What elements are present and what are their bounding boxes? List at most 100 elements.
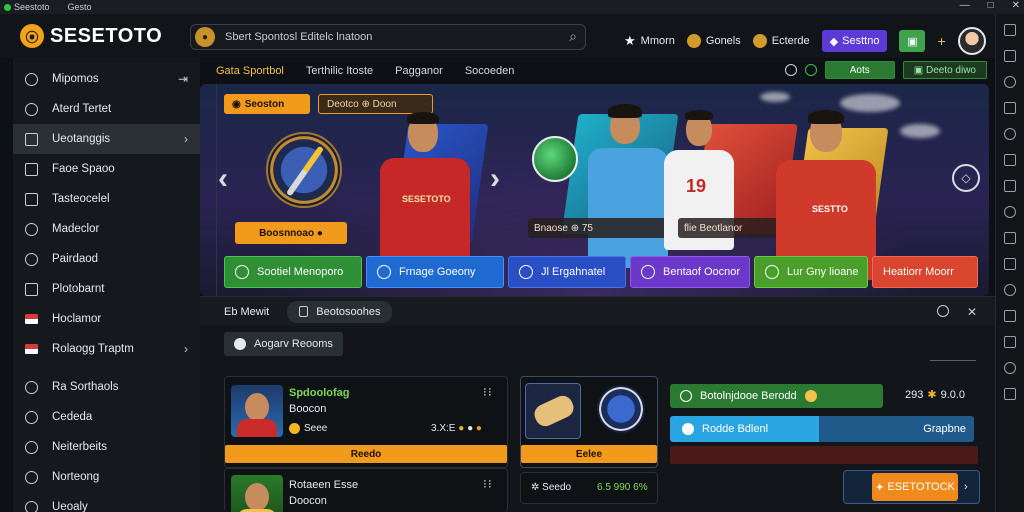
- chevron-left-icon[interactable]: ‹: [218, 162, 228, 196]
- category-button[interactable]: Bentaof Oocnor: [630, 256, 750, 288]
- chevron-right-icon: ›: [184, 132, 188, 146]
- tab-item[interactable]: Socoeden: [465, 65, 515, 77]
- maximize-button[interactable]: □: [988, 0, 994, 11]
- approach-button[interactable]: Aogarv Reooms: [224, 332, 343, 356]
- play-icon: ◆: [829, 35, 839, 48]
- toolbar-square-icon[interactable]: [1004, 388, 1016, 400]
- toolbar-circle-icon[interactable]: [1004, 362, 1016, 374]
- toolbar-square-icon[interactable]: [1004, 180, 1016, 192]
- header-nav-item[interactable]: Gonels: [686, 34, 741, 48]
- score-display: 293 ✱ 9.0.0: [905, 388, 966, 402]
- chevron-right-icon: ›: [184, 342, 188, 356]
- clock-icon[interactable]: [784, 64, 797, 76]
- sidebar-item[interactable]: Ueoaly: [13, 492, 200, 512]
- tab-item[interactable]: Terthilic Itoste: [306, 65, 373, 77]
- sidebar-item[interactable]: Ra Sorthaols: [13, 372, 200, 402]
- star-icon: ✲: [531, 482, 543, 493]
- hero-tag[interactable]: ◉ Seoston: [224, 94, 310, 114]
- sidebar-item[interactable]: Tasteocelel: [13, 184, 200, 214]
- header-nav-item[interactable]: Ecterde: [752, 34, 810, 48]
- status-pill[interactable]: ▣ Deeto diwo: [902, 61, 987, 79]
- filter-pill[interactable]: Beotosoohes: [287, 300, 393, 323]
- add-icon[interactable]: +: [937, 33, 945, 49]
- star-icon: ★: [624, 33, 636, 48]
- refresh-icon[interactable]: [804, 64, 817, 76]
- ball-icon: ●: [467, 423, 474, 434]
- match-card[interactable]: Rotaeen Esse Doocon ⁝⁝: [224, 468, 508, 512]
- chevron-right-icon[interactable]: ›: [490, 162, 500, 196]
- promo-card-footer[interactable]: ✲ Seedo 6.5 990 6%: [520, 472, 658, 504]
- sidebar-item[interactable]: Aterd Tertet: [13, 94, 200, 124]
- sidebar-item-active[interactable]: Ueotanggis ›: [13, 124, 200, 154]
- progress-bar-blue[interactable]: Rodde Bdlenl Grapbne: [670, 416, 974, 442]
- tab-sportbook[interactable]: Gata Sportbol: [216, 65, 284, 77]
- toolbar-circle-icon[interactable]: [1004, 206, 1016, 218]
- match-card[interactable]: Spdoolofag Boocon ⁝⁝ Seee 3.X:E ● ● ● Re…: [224, 376, 508, 468]
- promo-card[interactable]: Eelee: [520, 376, 658, 468]
- info-icon[interactable]: [936, 304, 949, 317]
- circle-icon: [682, 423, 694, 435]
- category-button[interactable]: Frnage Goeony: [366, 256, 504, 288]
- minimize-button[interactable]: —: [960, 0, 970, 11]
- cta-button[interactable]: ✦ ESETOTOCK: [872, 473, 958, 501]
- sidebar-item[interactable]: Madeclor: [13, 214, 200, 244]
- hero-mid-tag[interactable]: Bnaose ⊕ 75: [528, 218, 668, 238]
- sidebar-item[interactable]: Faoe Spaoo: [13, 154, 200, 184]
- close-icon[interactable]: ✕: [967, 305, 977, 319]
- brand[interactable]: ⦿ SESETOTO: [20, 24, 162, 48]
- toolbar-circle-icon[interactable]: [1004, 128, 1016, 140]
- chevron-right-icon[interactable]: ›: [964, 481, 968, 493]
- category-button[interactable]: Sootiel Menoporo: [224, 256, 362, 288]
- purple-button[interactable]: ◆ Sesttno: [821, 30, 888, 52]
- header-nav-item[interactable]: ★ Mmorn: [624, 33, 675, 49]
- wallet-button[interactable]: ▣: [899, 30, 926, 52]
- toolbar-square-icon[interactable]: [1004, 24, 1016, 36]
- search-input[interactable]: ● Sbert Spontosl Editelc lnatoon ⌕: [190, 24, 586, 50]
- avatar[interactable]: [957, 27, 986, 55]
- circle-icon: [25, 72, 38, 86]
- toolbar-square-icon[interactable]: [1004, 336, 1016, 348]
- category-button[interactable]: Lur Gny lioane: [754, 256, 868, 288]
- hero-bottom-tag[interactable]: Boosnnoao ●: [235, 222, 347, 244]
- sidebar-item[interactable]: Norteong: [13, 462, 200, 492]
- toolbar-square-icon[interactable]: [1004, 232, 1016, 244]
- card-footer-score: 6.5 990 6%: [597, 482, 648, 493]
- carousel-control-icon[interactable]: ◇: [952, 164, 980, 192]
- trophy-icon: [25, 282, 38, 296]
- grid-dots-icon[interactable]: ⁝⁝: [483, 385, 493, 399]
- toolbar-circle-icon[interactable]: [1004, 284, 1016, 296]
- divider-line: [930, 360, 976, 361]
- sidebar-item[interactable]: Hoclamor: [13, 304, 200, 334]
- circle-icon: [25, 222, 38, 236]
- search-icon[interactable]: ⌕: [569, 28, 577, 45]
- toolbar-circle-icon[interactable]: [1004, 76, 1016, 88]
- card-bar[interactable]: Eelee: [521, 445, 657, 463]
- card-bar[interactable]: Reedo: [225, 445, 507, 463]
- close-button[interactable]: ✕: [1012, 0, 1020, 11]
- toolbar-square-icon[interactable]: [1004, 310, 1016, 322]
- toolbar-square-icon[interactable]: [1004, 102, 1016, 114]
- category-button[interactable]: Heatiorr Moorr: [872, 256, 978, 288]
- sidebar: Mipomos ⇥ Aterd Tertet Ueotanggis › Faoe S…: [13, 58, 200, 512]
- flag-icon: [25, 314, 38, 324]
- sidebar-item[interactable]: Mipomos ⇥: [13, 64, 200, 94]
- sidebar-item[interactable]: Plotobarnt: [13, 274, 200, 304]
- toolbar-square-icon[interactable]: [1004, 50, 1016, 62]
- sidebar-item[interactable]: Cededa: [13, 402, 200, 432]
- right-toolbar: [995, 14, 1024, 512]
- category-icon: [377, 265, 391, 279]
- progress-bar-green[interactable]: Botolnjdooe Berodd: [670, 384, 883, 408]
- collapse-icon[interactable]: ⇥: [178, 72, 188, 86]
- grid-dots-icon[interactable]: ⁝⁝: [483, 477, 493, 491]
- sidebar-item[interactable]: Pairdaod: [13, 244, 200, 274]
- category-button[interactable]: Jl Ergahnatel: [508, 256, 626, 288]
- sidebar-item[interactable]: Neiterbeits: [13, 432, 200, 462]
- circle-icon: [25, 440, 38, 454]
- toolbar-square-icon[interactable]: [1004, 154, 1016, 166]
- tab-item[interactable]: Pagganor: [395, 65, 443, 77]
- sidebar-item[interactable]: Rolaogg Traptm ›: [13, 334, 200, 364]
- toolbar-square-icon[interactable]: [1004, 258, 1016, 270]
- coin-icon: [289, 423, 300, 434]
- status-pill[interactable]: Aots: [824, 61, 895, 79]
- spark-icon: ✦: [875, 481, 888, 494]
